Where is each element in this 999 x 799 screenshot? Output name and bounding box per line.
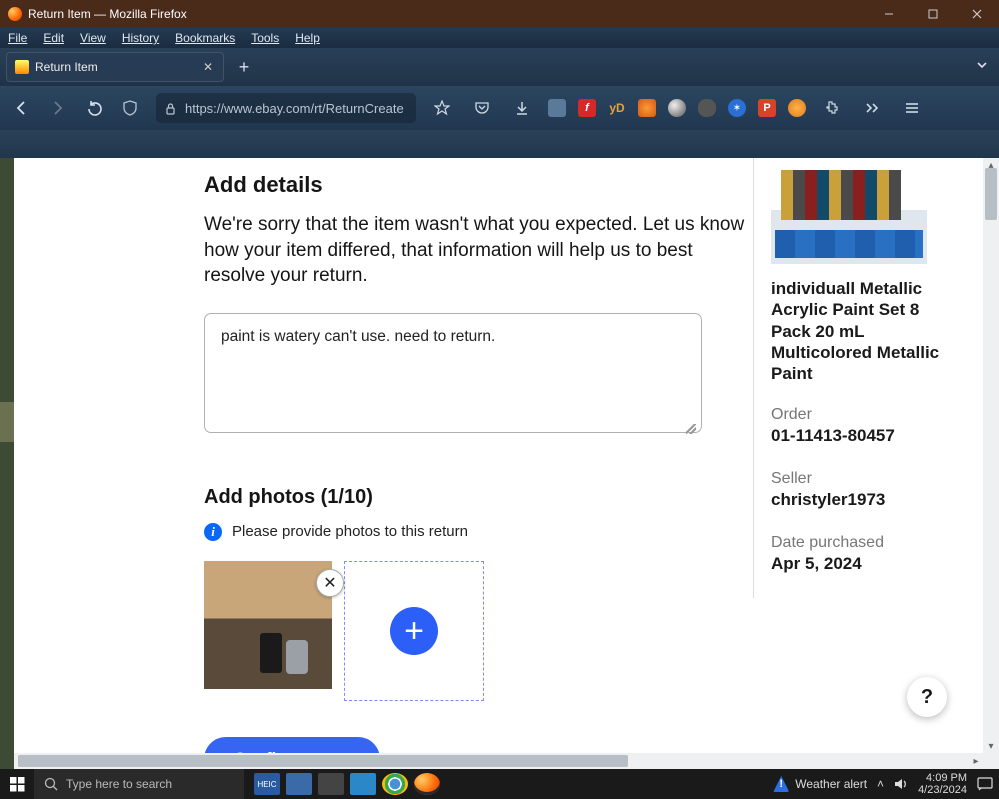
extension-ball-icon[interactable] [668,99,686,117]
add-photo-button[interactable]: + [344,561,484,701]
browser-viewport: Add details We're sorry that the item wa… [0,158,999,769]
menu-view[interactable]: View [80,31,106,45]
firefox-icon [8,7,22,21]
browser-toolbar: https://www.ebay.com/rt/ReturnCreate f y… [0,86,999,130]
plus-icon: + [390,607,438,655]
window-maximize-button[interactable] [911,0,955,28]
search-icon [44,777,58,791]
tab-close-button[interactable]: ✕ [201,60,215,74]
taskbar-app-heic[interactable]: HEIC [254,773,280,795]
back-button[interactable] [8,94,36,122]
help-button[interactable]: ? [907,677,947,717]
window-title: Return Item — Mozilla Firefox [28,7,187,21]
extension-cloud-icon[interactable] [698,99,716,117]
window-titlebar: Return Item — Mozilla Firefox [0,0,999,28]
extension-flash-icon[interactable]: f [578,99,596,117]
textarea-resize-handle[interactable] [686,424,696,434]
vertical-scroll-thumb[interactable] [985,168,997,220]
search-placeholder: Type here to search [66,777,172,791]
url-text: https://www.ebay.com/rt/ReturnCreate [185,101,404,116]
photo-instruction-text: Please provide photos to this return [232,523,468,540]
window-close-button[interactable] [955,0,999,28]
new-tab-button[interactable]: + [230,53,258,81]
tray-volume-icon[interactable] [894,777,908,791]
lock-icon [164,102,177,115]
sorry-text: We're sorry that the item wasn't what yo… [204,212,754,289]
taskbar-date: 4/23/2024 [918,784,967,796]
address-bar[interactable]: https://www.ebay.com/rt/ReturnCreate [156,93,416,123]
taskbar-time: 4:09 PM [918,772,967,784]
taskbar-search[interactable]: Type here to search [34,769,244,799]
tab-title: Return Item [35,60,98,74]
date-label: Date purchased [771,534,963,552]
start-button[interactable] [0,769,34,799]
add-details-heading: Add details [204,172,774,198]
taskbar-app-explorer[interactable] [286,773,312,795]
menu-edit[interactable]: Edit [43,31,64,45]
taskbar-app-store[interactable] [318,773,344,795]
overflow-chevron-icon[interactable] [858,94,886,122]
extension-fox-icon[interactable] [638,99,656,117]
remove-photo-button[interactable]: ✕ [316,569,344,597]
menu-file[interactable]: File [8,31,27,45]
horizontal-scrollbar[interactable]: ◂ ▸ [14,753,983,769]
bookmark-star-icon[interactable] [428,94,456,122]
downloads-icon[interactable] [508,94,536,122]
reload-button[interactable] [80,94,108,122]
extension-p-icon[interactable]: P [758,99,776,117]
add-photos-heading: Add photos (1/10) [204,486,774,509]
taskbar-clock[interactable]: 4:09 PM 4/23/2024 [918,772,967,796]
taskbar-app-firefox[interactable] [414,773,440,795]
page-content: Add details We're sorry that the item wa… [14,158,983,753]
extension-orange-icon[interactable] [788,99,806,117]
pocket-icon[interactable] [468,94,496,122]
extensions-button[interactable] [818,94,846,122]
weather-alert-icon: ! [773,776,789,792]
vertical-scrollbar[interactable]: ▴ ▾ [983,158,999,753]
taskbar-app-snip[interactable] [350,773,376,795]
menu-history[interactable]: History [122,31,159,45]
return-details-textarea[interactable] [204,313,702,433]
tab-strip: Return Item ✕ + [0,48,999,86]
taskbar-weather[interactable]: ! Weather alert [773,776,867,792]
window-minimize-button[interactable] [867,0,911,28]
scrollbar-corner [983,753,999,769]
scroll-right-arrow-icon[interactable]: ▸ [969,753,983,769]
tracking-shield-icon[interactable] [116,94,144,122]
browser-menubar: File Edit View History Bookmarks Tools H… [0,28,999,48]
background-page-sliver [0,158,14,769]
date-value: Apr 5, 2024 [771,554,963,574]
order-summary-panel: individuall Metallic Acrylic Paint Set 8… [771,158,963,598]
scroll-down-arrow-icon[interactable]: ▾ [983,739,999,753]
weather-text: Weather alert [795,777,867,791]
panel-divider [753,158,754,598]
order-number: 01-11413-80457 [771,426,963,446]
product-image [771,164,927,264]
forward-button[interactable] [44,94,72,122]
menu-tools[interactable]: Tools [251,31,279,45]
tray-chevron-up-icon[interactable]: ˄ [877,777,884,791]
browser-tab[interactable]: Return Item ✕ [6,52,224,82]
uploaded-photo-thumbnail[interactable]: ✕ [204,561,332,689]
extension-key-icon[interactable]: ✶ [728,99,746,117]
windows-taskbar: Type here to search HEIC ! Weather alert… [0,769,999,799]
menu-bookmarks[interactable]: Bookmarks [175,31,235,45]
browser-theme-band [0,130,999,158]
confirm-return-button[interactable]: Confirm return [204,737,380,753]
product-title: individuall Metallic Acrylic Paint Set 8… [771,278,963,384]
order-label: Order [771,406,963,424]
horizontal-scroll-thumb[interactable] [18,755,628,767]
seller-label: Seller [771,470,963,488]
app-menu-button[interactable] [898,94,926,122]
seller-name: christyler1973 [771,490,963,510]
extension-yd-icon[interactable]: yD [608,99,626,117]
tabs-overflow-button[interactable] [975,58,989,77]
ebay-favicon-icon [15,60,29,74]
info-icon: i [204,523,222,541]
taskbar-app-chrome[interactable] [382,773,408,795]
menu-help[interactable]: Help [295,31,320,45]
extension-icon[interactable] [548,99,566,117]
tray-notifications-icon[interactable] [977,777,993,791]
